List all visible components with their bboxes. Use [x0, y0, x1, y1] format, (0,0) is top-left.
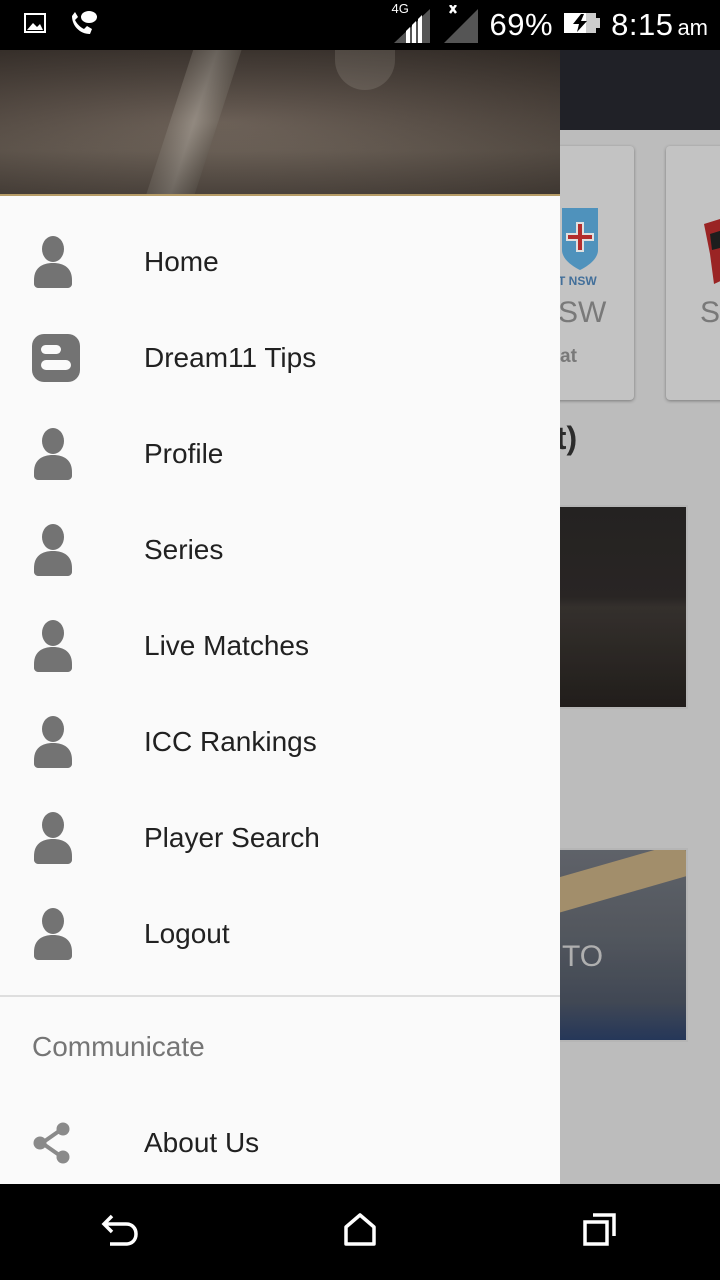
- call-notification-icon: [68, 10, 98, 41]
- person-icon: [0, 502, 144, 598]
- back-button[interactable]: [60, 1184, 180, 1280]
- drawer-menu: Home Dream11 Tips Profile Series Live Ma…: [0, 196, 560, 982]
- section-title-communicate: Communicate: [32, 1031, 205, 1062]
- menu-item-logout[interactable]: Logout: [0, 886, 560, 982]
- signal-4g-icon: 4G: [392, 1, 432, 45]
- menu-item-label: Series: [144, 534, 224, 565]
- drawer-communicate-menu: About Us: [0, 1097, 560, 1184]
- menu-item-icc-rankings[interactable]: ICC Rankings: [0, 694, 560, 790]
- menu-item-series[interactable]: Series: [0, 502, 560, 598]
- header-vignette: [0, 50, 560, 194]
- menu-item-label: Dream11 Tips: [144, 342, 317, 373]
- menu-item-about-us[interactable]: About Us: [0, 1097, 560, 1184]
- menu-item-label: ICC Rankings: [144, 726, 317, 757]
- person-icon: [0, 694, 144, 790]
- clock-time: 8:15: [611, 7, 674, 42]
- status-bar: 4G 69% 8:15 am: [0, 0, 720, 50]
- person-icon: [0, 790, 144, 886]
- menu-item-label: Player Search: [144, 822, 320, 853]
- menu-item-profile[interactable]: Profile: [0, 406, 560, 502]
- image-notification-icon: [24, 12, 46, 38]
- signal-2-icon: [442, 4, 480, 45]
- person-icon: [0, 598, 144, 694]
- screen: 4G 69% 8:15 am ET NSW SW at S TO Home Dr…: [0, 0, 720, 1280]
- home-button[interactable]: [300, 1184, 420, 1280]
- back-icon: [100, 1213, 140, 1252]
- blogger-icon: [0, 310, 144, 406]
- system-navigation-bar: [0, 1184, 720, 1280]
- navigation-drawer: Home Dream11 Tips Profile Series Live Ma…: [0, 50, 560, 1184]
- recents-button[interactable]: [540, 1184, 660, 1280]
- menu-item-label: Home: [144, 246, 219, 277]
- menu-item-label: About Us: [144, 1127, 260, 1158]
- drawer-header-image: [0, 50, 560, 196]
- clock-ampm: am: [677, 15, 708, 40]
- share-icon: [0, 1095, 144, 1184]
- person-icon: [0, 406, 144, 502]
- menu-item-label: Profile: [144, 438, 224, 469]
- menu-item-label: Logout: [144, 918, 230, 949]
- menu-item-live-matches[interactable]: Live Matches: [0, 598, 560, 694]
- battery-charging-icon: [563, 10, 601, 41]
- menu-item-player-search[interactable]: Player Search: [0, 790, 560, 886]
- menu-item-dream11-tips[interactable]: Dream11 Tips: [0, 310, 560, 406]
- person-icon: [0, 214, 144, 310]
- home-icon: [344, 1212, 376, 1252]
- menu-item-home[interactable]: Home: [0, 214, 560, 310]
- person-icon: [0, 886, 144, 982]
- battery-percent: 69%: [489, 7, 554, 42]
- menu-item-label: Live Matches: [144, 630, 309, 661]
- recents-icon: [583, 1212, 617, 1252]
